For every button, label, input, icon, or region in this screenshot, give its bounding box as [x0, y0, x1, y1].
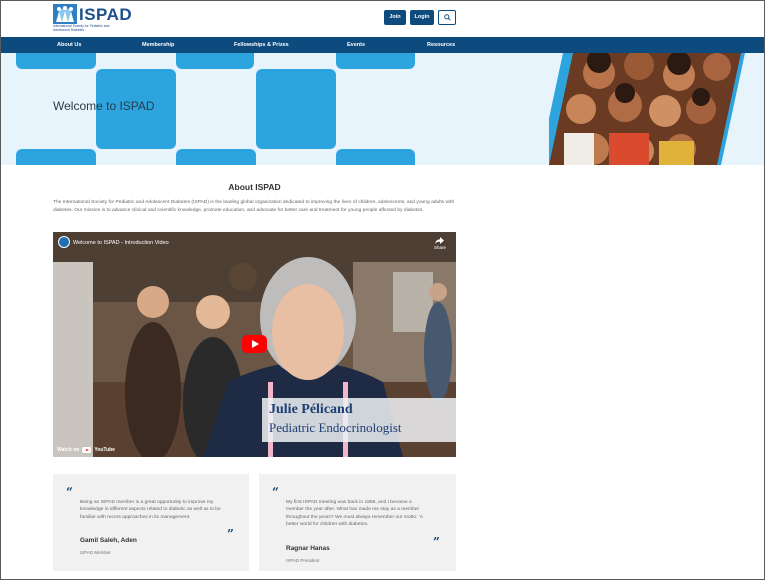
hero-tile — [336, 53, 415, 69]
hero-tile — [176, 53, 254, 69]
site-header: ISPAD International Society for Pediatri… — [1, 1, 764, 37]
share-label: Share — [433, 245, 446, 250]
testimonial-role: ISPAD Member — [80, 550, 111, 555]
testimonial-text: Being an ISPAD member is a great opportu… — [80, 500, 221, 520]
nav-fellowships-prizes[interactable]: Fellowships & Prizes — [234, 37, 289, 53]
play-button-icon[interactable] — [242, 335, 267, 353]
page-frame: ISPAD International Society for Pediatri… — [0, 0, 765, 580]
nav-membership[interactable]: Membership — [142, 37, 174, 53]
search-button[interactable] — [438, 10, 456, 25]
share-control[interactable]: Share — [434, 237, 446, 250]
search-icon — [443, 14, 451, 21]
hero-tile — [16, 53, 96, 69]
testimonial-card: “ My first ISPAD meeting was back in 198… — [259, 474, 456, 571]
hero-tile — [256, 69, 336, 149]
testimonial-card: “ Being an ISPAD member is a great oppor… — [53, 474, 249, 571]
login-button[interactable]: Login — [410, 10, 434, 25]
testimonial-text: My first ISPAD meeting was back in 1986,… — [286, 500, 423, 528]
testimonial-name: Gamil Saleh, Aden — [80, 537, 137, 544]
about-text: The International Society for Pediatric … — [53, 200, 455, 214]
hero-title: Welcome to ISPAD — [53, 99, 155, 113]
youtube-label: YouTube — [94, 447, 115, 453]
testimonial-role: ISPAD President — [286, 558, 320, 563]
intro-video-player[interactable]: Welcome to ISPAD - Introduction Video Sh… — [53, 232, 456, 457]
share-arrow-icon — [435, 237, 445, 244]
main-nav: About Us Membership Fellowships & Prizes… — [1, 37, 764, 53]
hero-tile — [16, 149, 96, 165]
youtube-logo-icon — [82, 447, 92, 453]
join-button[interactable]: Join — [384, 10, 406, 25]
logo-text: ISPAD — [79, 5, 133, 24]
nav-events[interactable]: Events — [347, 37, 365, 53]
open-quote-icon: “ — [66, 485, 73, 499]
close-quote-icon: ” — [433, 535, 440, 549]
hero-tile — [336, 149, 415, 165]
watch-on-youtube-link[interactable]: Watch on YouTube — [57, 447, 115, 453]
video-title[interactable]: Welcome to ISPAD - Introduction Video — [73, 240, 169, 246]
logo-subtitle: International Society for Pediatric and … — [53, 24, 110, 32]
globe-children-logo-icon — [53, 4, 77, 24]
ispad-logo[interactable]: ISPAD International Society for Pediatri… — [53, 4, 132, 34]
close-quote-icon: ” — [227, 527, 234, 541]
hero-children-photo — [549, 53, 745, 165]
caption-role: Pediatric Endocrinologist — [269, 420, 402, 435]
about-title: About ISPAD — [228, 182, 281, 192]
hero-tile — [176, 149, 256, 165]
caption-name: Julie Pélicand — [269, 402, 353, 417]
nav-resources[interactable]: Resources — [427, 37, 455, 53]
watch-on-label: Watch on — [57, 447, 80, 453]
open-quote-icon: “ — [272, 485, 279, 499]
testimonial-name: Ragnar Hanas — [286, 545, 330, 552]
nav-about-us[interactable]: About Us — [57, 37, 81, 53]
channel-avatar[interactable] — [58, 236, 70, 248]
